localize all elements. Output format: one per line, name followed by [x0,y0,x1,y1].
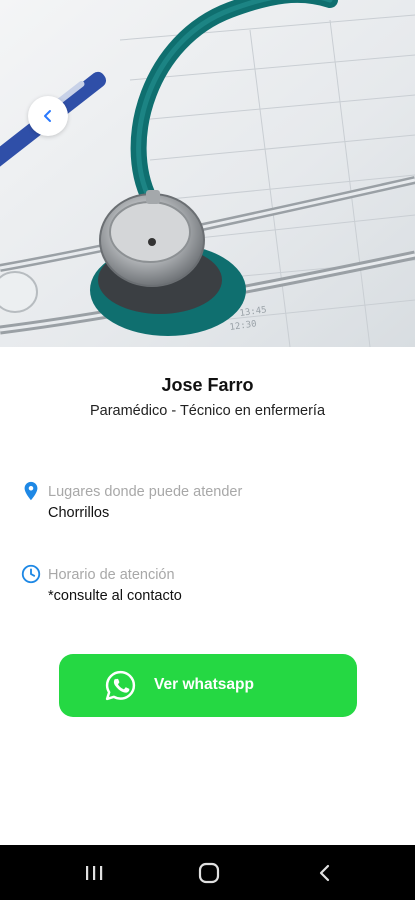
home-button[interactable] [179,845,239,900]
locations-label: Lugares donde puede atender [48,484,243,500]
professional-profile-screen: 12:30 13:45 Jose Farro Paramédico - Técn… [0,0,415,900]
recents-icon [86,865,103,880]
back-button[interactable] [28,96,68,136]
whatsapp-button[interactable]: Ver whatsapp [59,654,357,717]
home-icon [198,862,220,883]
whatsapp-icon [105,670,136,701]
system-navigation-bar [0,845,415,900]
recents-button[interactable] [64,845,124,900]
back-icon [319,864,330,881]
professional-name: Jose Farro [161,375,254,395]
schedule-value: *consulte al contacto [48,588,182,604]
whatsapp-button-label: Ver whatsapp [154,676,254,693]
hero-image: 12:30 13:45 [0,0,415,347]
clock-icon [21,564,41,584]
location-pin-icon [24,481,38,501]
schedule-label: Horario de atención [48,567,175,583]
stethoscope-photo: 12:30 13:45 [0,0,415,347]
locations-value: Chorrillos [48,505,110,521]
professional-role: Paramédico - Técnico en enfermería [89,403,326,419]
system-back-button[interactable] [295,845,355,900]
chevron-left-icon [44,110,51,122]
